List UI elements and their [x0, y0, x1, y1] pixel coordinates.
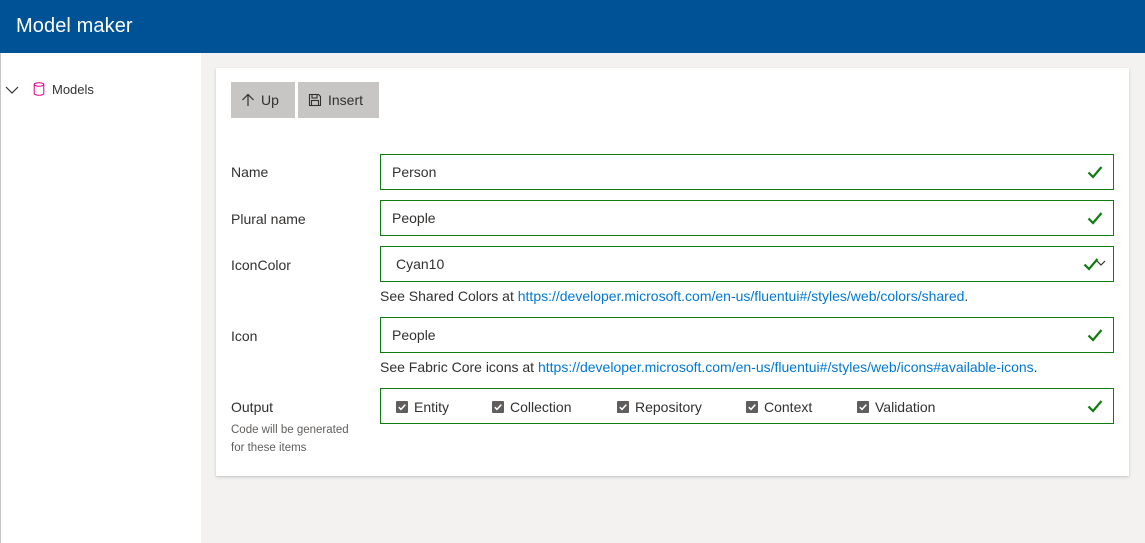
icon-input[interactable] [381, 320, 1061, 350]
icon-color-hint-text: See Shared Colors at [380, 288, 518, 304]
output-checkbox-entity[interactable]: Entity [396, 399, 449, 415]
plural-name-input[interactable] [381, 203, 1061, 233]
icon-hint-text: See Fabric Core icons at [380, 359, 538, 375]
output-sublabel: Code will be generated for these items [231, 421, 371, 457]
plural-name-field[interactable] [380, 200, 1114, 236]
checkbox-checked-icon [396, 401, 408, 413]
shared-colors-link[interactable]: https://developer.microsoft.com/en-us/fl… [518, 288, 965, 304]
output-sublabel-line1: Code will be generated [231, 424, 349, 436]
main-content: Up Insert Name Plural name [201, 53, 1145, 543]
output-checkbox-collection[interactable]: Collection [492, 399, 571, 415]
chevron-down-icon[interactable] [5, 83, 19, 97]
plural-name-label: Plural name [231, 211, 306, 227]
output-checkbox-repository[interactable]: Repository [617, 399, 702, 415]
checkbox-label: Entity [414, 399, 450, 415]
insert-button[interactable]: Insert [298, 82, 379, 118]
checkmark-icon [1087, 329, 1103, 342]
icon-label: Icon [231, 328, 258, 344]
output-checkbox-context[interactable]: Context [746, 399, 812, 415]
icon-color-dropdown[interactable] [380, 246, 1114, 282]
fabric-icons-link[interactable]: https://developer.microsoft.com/en-us/fl… [538, 359, 1034, 375]
output-label: Output [231, 399, 274, 415]
output-sublabel-line2: for these items [231, 442, 307, 454]
icon-color-hint: See Shared Colors at https://developer.m… [380, 288, 968, 304]
hint-period: . [964, 288, 969, 304]
output-options-field: Entity Collection Repository Context Val… [380, 388, 1114, 424]
icon-field[interactable] [380, 317, 1114, 353]
tree-item-label: Models [52, 82, 94, 97]
checkbox-checked-icon [492, 401, 504, 413]
hint-period: . [1033, 359, 1038, 375]
name-label: Name [231, 164, 269, 180]
model-form-card: Up Insert Name Plural name [216, 68, 1129, 476]
app-header: Model maker [0, 0, 1145, 53]
save-icon [308, 93, 322, 107]
chevron-down-icon[interactable] [1096, 259, 1106, 267]
output-checkbox-validation[interactable]: Validation [857, 399, 935, 415]
checkbox-checked-icon [617, 401, 629, 413]
checkmark-icon [1087, 400, 1103, 413]
icon-color-label: IconColor [231, 257, 291, 273]
toolbar: Up Insert [231, 82, 379, 118]
checkbox-label: Context [764, 399, 813, 415]
app-title: Model maker [16, 15, 133, 37]
checkbox-label: Repository [635, 399, 702, 415]
up-button[interactable]: Up [231, 82, 295, 118]
checkbox-label: Collection [510, 399, 572, 415]
checkmark-icon [1087, 212, 1103, 225]
checkbox-checked-icon [857, 401, 869, 413]
arrow-up-icon [242, 93, 254, 106]
checkmark-icon [1087, 166, 1103, 179]
insert-button-label: Insert [328, 92, 364, 108]
checkbox-checked-icon [746, 401, 758, 413]
checkbox-label: Validation [875, 399, 936, 415]
database-icon [33, 82, 45, 96]
icon-hint: See Fabric Core icons at https://develop… [380, 359, 1038, 375]
name-field[interactable] [380, 154, 1114, 190]
name-input[interactable] [381, 157, 1061, 187]
up-button-label: Up [261, 92, 279, 108]
icon-color-input[interactable] [381, 249, 1061, 279]
sidebar: Models [0, 53, 201, 543]
